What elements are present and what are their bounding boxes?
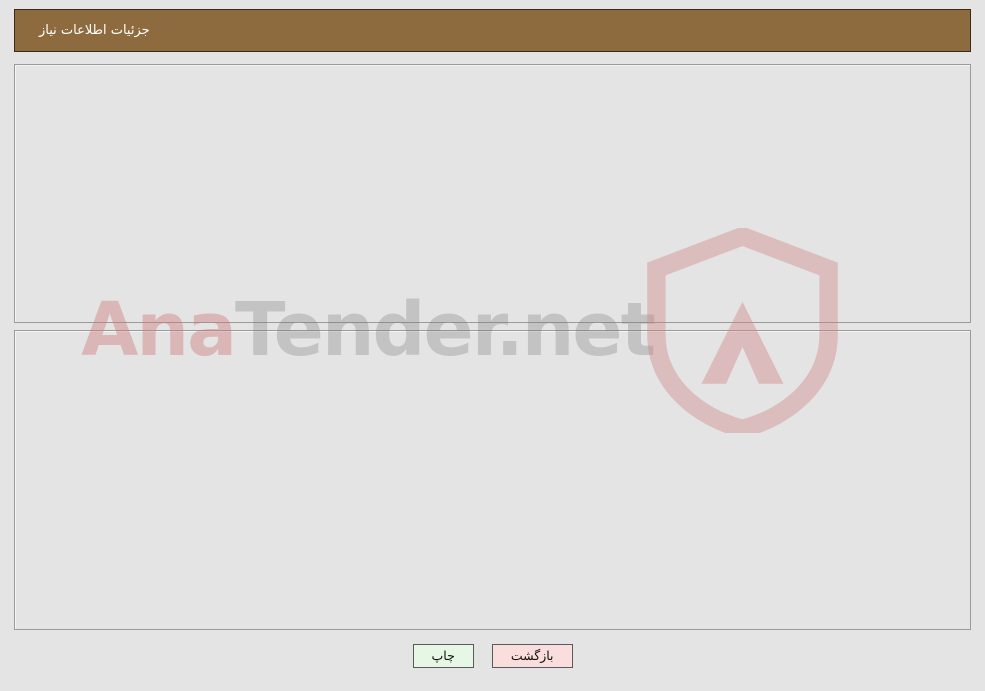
action-buttons: بازگشت چاپ: [0, 644, 985, 668]
need-details-panel: [14, 64, 971, 323]
print-button[interactable]: چاپ: [412, 644, 474, 668]
back-button[interactable]: بازگشت: [491, 644, 573, 668]
page-title: جزئیات اطلاعات نیاز: [39, 23, 150, 38]
page-title-bar: جزئیات اطلاعات نیاز: [14, 9, 971, 52]
service-info-panel: [14, 330, 971, 630]
